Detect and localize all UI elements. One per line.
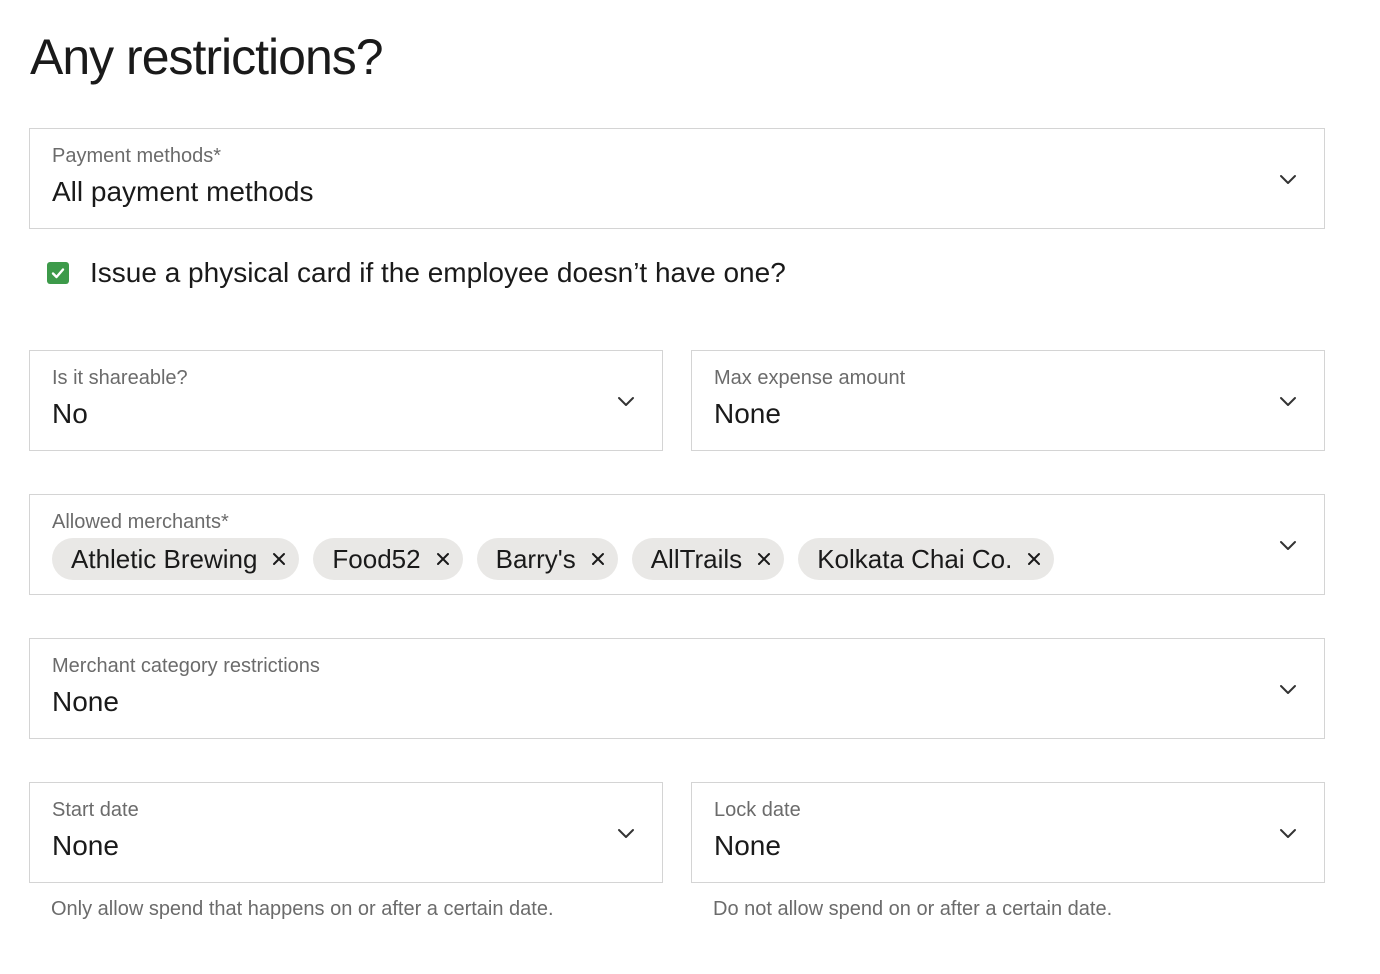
chevron-down-icon[interactable] <box>1278 169 1298 189</box>
merchant-chip-label: Kolkata Chai Co. <box>817 544 1013 574</box>
shareable-value: No <box>52 398 88 429</box>
max-expense-label: Max expense amount <box>714 367 906 389</box>
physical-card-option[interactable]: Issue a physical card if the employee do… <box>47 255 786 291</box>
merchant-category-label: Merchant category restrictions <box>52 655 320 677</box>
chevron-down-icon[interactable] <box>1278 535 1298 555</box>
start-date-helper: Only allow spend that happens on or afte… <box>51 898 554 920</box>
merchant-chip-list: Athletic Brewing Food52 Barry's AllTrail… <box>52 538 1055 580</box>
start-date-select[interactable]: Start date None <box>29 782 663 883</box>
restrictions-page: Any restrictions? Payment methods* All p… <box>0 0 1380 974</box>
checkmark-icon <box>51 268 65 279</box>
chevron-down-icon[interactable] <box>1278 679 1298 699</box>
max-expense-value: None <box>714 398 781 429</box>
close-icon[interactable] <box>271 551 287 567</box>
merchant-chip-label: Barry's <box>495 544 576 574</box>
merchant-chip: Kolkata Chai Co. <box>798 538 1055 580</box>
merchant-chip: Food52 <box>313 538 463 580</box>
shareable-label: Is it shareable? <box>52 367 188 389</box>
payment-methods-value: All payment methods <box>52 176 314 207</box>
merchant-chip: Barry's <box>476 538 618 580</box>
merchant-chip-label: Athletic Brewing <box>71 544 258 574</box>
merchant-chip: Athletic Brewing <box>52 538 300 580</box>
merchant-category-value: None <box>52 686 119 717</box>
chevron-down-icon[interactable] <box>1278 391 1298 411</box>
start-date-value: None <box>52 830 119 861</box>
max-expense-select[interactable]: Max expense amount None <box>691 350 1325 451</box>
allowed-merchants-label: Allowed merchants* <box>52 511 229 533</box>
payment-methods-label: Payment methods* <box>52 145 221 167</box>
chevron-down-icon[interactable] <box>616 823 636 843</box>
chevron-down-icon[interactable] <box>1278 823 1298 843</box>
close-icon[interactable] <box>590 551 606 567</box>
chevron-down-icon[interactable] <box>616 391 636 411</box>
merchant-chip-label: Food52 <box>332 544 421 574</box>
close-icon[interactable] <box>756 551 772 567</box>
payment-methods-select[interactable]: Payment methods* All payment methods <box>29 128 1325 229</box>
physical-card-checkbox[interactable] <box>47 262 69 284</box>
allowed-merchants-select[interactable]: Allowed merchants* Athletic Brewing Food… <box>29 494 1325 595</box>
close-icon[interactable] <box>1026 551 1042 567</box>
merchant-category-select[interactable]: Merchant category restrictions None <box>29 638 1325 739</box>
lock-date-select[interactable]: Lock date None <box>691 782 1325 883</box>
close-icon[interactable] <box>435 551 451 567</box>
merchant-chip: AllTrails <box>631 538 785 580</box>
shareable-select[interactable]: Is it shareable? No <box>29 350 663 451</box>
page-title: Any restrictions? <box>30 29 384 85</box>
merchant-chip-label: AllTrails <box>650 544 743 574</box>
physical-card-label: Issue a physical card if the employee do… <box>90 257 786 288</box>
lock-date-value: None <box>714 830 781 861</box>
lock-date-helper: Do not allow spend on or after a certain… <box>713 898 1113 920</box>
start-date-label: Start date <box>52 799 139 821</box>
lock-date-label: Lock date <box>714 799 801 821</box>
